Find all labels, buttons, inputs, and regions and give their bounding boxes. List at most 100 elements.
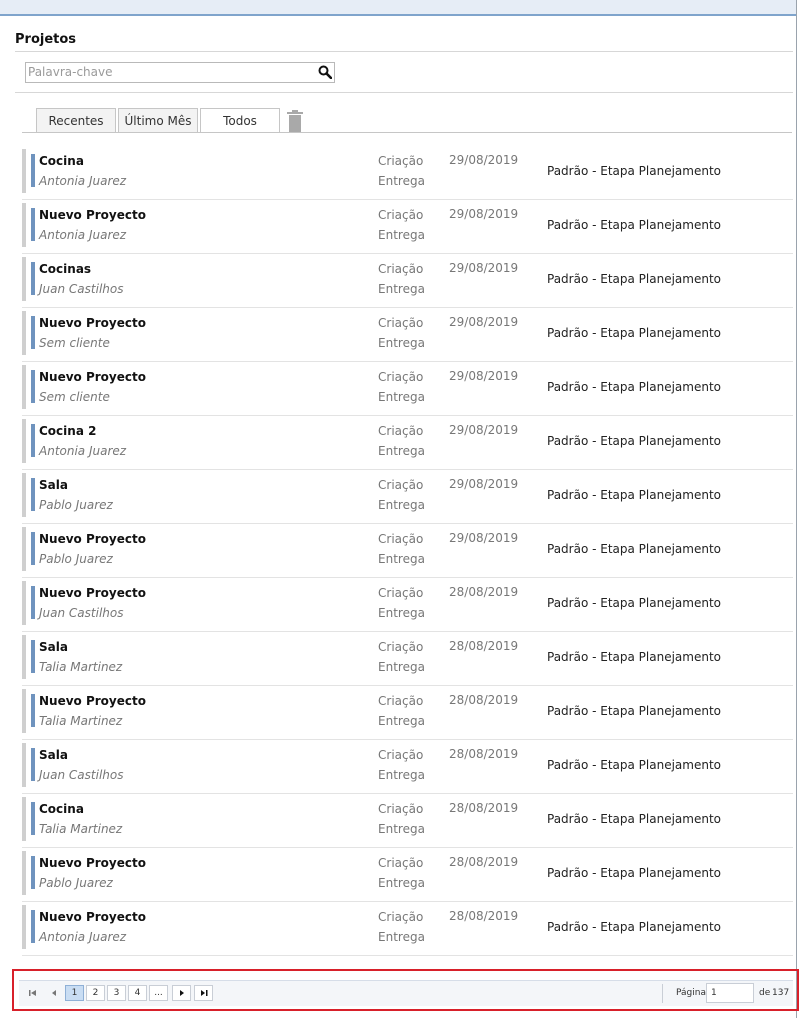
tab-recentes[interactable]: Recentes <box>36 108 116 132</box>
row-rail <box>22 743 26 787</box>
project-name: Cocina <box>39 154 84 168</box>
project-client: Juan Castilhos <box>39 606 124 620</box>
prev-page-icon[interactable] <box>44 985 63 1001</box>
delivery-label: Entrega <box>378 228 425 242</box>
created-label: Criação <box>378 262 424 276</box>
project-name: Sala <box>39 478 68 492</box>
page-button[interactable]: 2 <box>86 985 105 1001</box>
row-rail <box>22 527 26 571</box>
page-button[interactable]: 4 <box>128 985 147 1001</box>
row-rail <box>22 257 26 301</box>
project-name: Nuevo Proyecto <box>39 586 146 600</box>
first-page-icon[interactable] <box>23 985 42 1001</box>
created-date: 28/08/2019 <box>449 639 519 653</box>
project-row[interactable]: Nuevo Proyecto Sem cliente Criação Entrega 2… <box>22 308 793 362</box>
last-page-icon[interactable] <box>194 985 213 1001</box>
created-label: Criação <box>378 154 424 168</box>
project-row[interactable]: Nuevo Proyecto Talia Martinez Criação Entre… <box>22 686 793 740</box>
project-row[interactable]: Cocinas Juan Castilhos Criação Entrega 29/08… <box>22 254 793 308</box>
created-date: 29/08/2019 <box>449 423 519 437</box>
row-rail <box>22 851 26 895</box>
created-date: 28/08/2019 <box>449 801 519 815</box>
project-row[interactable]: Cocina Talia Martinez Criação Entrega 28/08/… <box>22 794 793 848</box>
created-date: 29/08/2019 <box>449 531 519 545</box>
row-accent-bar <box>31 424 35 457</box>
created-label: Criação <box>378 694 424 708</box>
page-more-button[interactable]: ... <box>149 985 168 1001</box>
project-client: Pablo Juarez <box>39 876 113 890</box>
row-accent-bar <box>31 586 35 619</box>
window-right-border <box>796 0 797 1018</box>
search-icon[interactable] <box>318 65 332 79</box>
row-rail <box>22 797 26 841</box>
trash-icon[interactable] <box>287 110 303 132</box>
project-stage: Padrão - Etapa Planejamento <box>547 650 722 664</box>
project-row[interactable]: Nuevo Proyecto Antonia Juarez Criação Entre… <box>22 902 793 956</box>
project-name: Sala <box>39 640 68 654</box>
delivery-label: Entrega <box>378 768 425 782</box>
row-accent-bar <box>31 262 35 295</box>
project-row[interactable]: Nuevo Proyecto Juan Castilhos Criação Entre… <box>22 578 793 632</box>
row-accent-bar <box>31 694 35 727</box>
project-row[interactable]: Cocina 2 Antonia Juarez Criação Entrega 29/0… <box>22 416 793 470</box>
project-name: Nuevo Proyecto <box>39 856 146 870</box>
project-client: Pablo Juarez <box>39 552 113 566</box>
project-row[interactable]: Sala Pablo Juarez Criação Entrega 29/08/2019… <box>22 470 793 524</box>
project-client: Talia Martinez <box>39 714 123 728</box>
row-rail <box>22 149 26 193</box>
page-button[interactable]: 3 <box>107 985 126 1001</box>
tab-todos[interactable]: Todos <box>200 108 280 133</box>
delivery-label: Entrega <box>378 660 425 674</box>
project-client: Talia Martinez <box>39 822 123 836</box>
project-name: Cocina 2 <box>39 424 97 438</box>
project-stage: Padrão - Etapa Planejamento <box>547 434 722 448</box>
created-date: 28/08/2019 <box>449 585 519 599</box>
row-accent-bar <box>31 316 35 349</box>
tab-bar-line <box>22 132 792 133</box>
row-rail <box>22 365 26 409</box>
project-row[interactable]: Nuevo Proyecto Pablo Juarez Criação Entrega… <box>22 848 793 902</box>
project-name: Nuevo Proyecto <box>39 694 146 708</box>
created-date: 28/08/2019 <box>449 747 519 761</box>
project-list: Cocina Antonia Juarez Criação Entrega 29/08/… <box>22 146 793 956</box>
project-client: Sem cliente <box>39 390 110 404</box>
project-row[interactable]: Cocina Antonia Juarez Criação Entrega 29/08/… <box>22 146 793 200</box>
created-label: Criação <box>378 478 424 492</box>
project-row[interactable]: Nuevo Proyecto Pablo Juarez Criação Entrega… <box>22 524 793 578</box>
delivery-label: Entrega <box>378 174 425 188</box>
next-page-icon[interactable] <box>172 985 191 1001</box>
page-title: Projetos <box>15 32 77 47</box>
created-date: 29/08/2019 <box>449 153 519 167</box>
row-accent-bar <box>31 208 35 241</box>
created-date: 29/08/2019 <box>449 369 519 383</box>
page-number-input[interactable] <box>706 983 754 1003</box>
project-client: Sem cliente <box>39 336 110 350</box>
pagination-bar: 1234... Página de 137 <box>19 980 793 1006</box>
created-label: Criação <box>378 586 424 600</box>
row-rail <box>22 689 26 733</box>
created-date: 29/08/2019 <box>449 315 519 329</box>
created-date: 29/08/2019 <box>449 477 519 491</box>
page-button[interactable]: 1 <box>65 985 84 1001</box>
tab-ultimo-mes[interactable]: Último Mês <box>118 108 198 132</box>
project-row[interactable]: Sala Juan Castilhos Criação Entrega 28/08/20… <box>22 740 793 794</box>
project-row[interactable]: Sala Talia Martinez Criação Entrega 28/08/20… <box>22 632 793 686</box>
row-accent-bar <box>31 856 35 889</box>
project-row[interactable]: Nuevo Proyecto Antonia Juarez Criação Entre… <box>22 200 793 254</box>
created-date: 28/08/2019 <box>449 909 519 923</box>
created-label: Criação <box>378 370 424 384</box>
row-accent-bar <box>31 640 35 673</box>
created-label: Criação <box>378 640 424 654</box>
row-accent-bar <box>31 370 35 403</box>
project-stage: Padrão - Etapa Planejamento <box>547 326 722 340</box>
project-client: Antonia Juarez <box>39 444 127 458</box>
row-rail <box>22 905 26 949</box>
search-input[interactable] <box>26 63 316 80</box>
project-row[interactable]: Nuevo Proyecto Sem cliente Criação Entrega 2… <box>22 362 793 416</box>
delivery-label: Entrega <box>378 336 425 350</box>
created-label: Criação <box>378 910 424 924</box>
project-name: Nuevo Proyecto <box>39 208 146 222</box>
project-stage: Padrão - Etapa Planejamento <box>547 596 722 610</box>
row-rail <box>22 581 26 625</box>
row-rail <box>22 419 26 463</box>
